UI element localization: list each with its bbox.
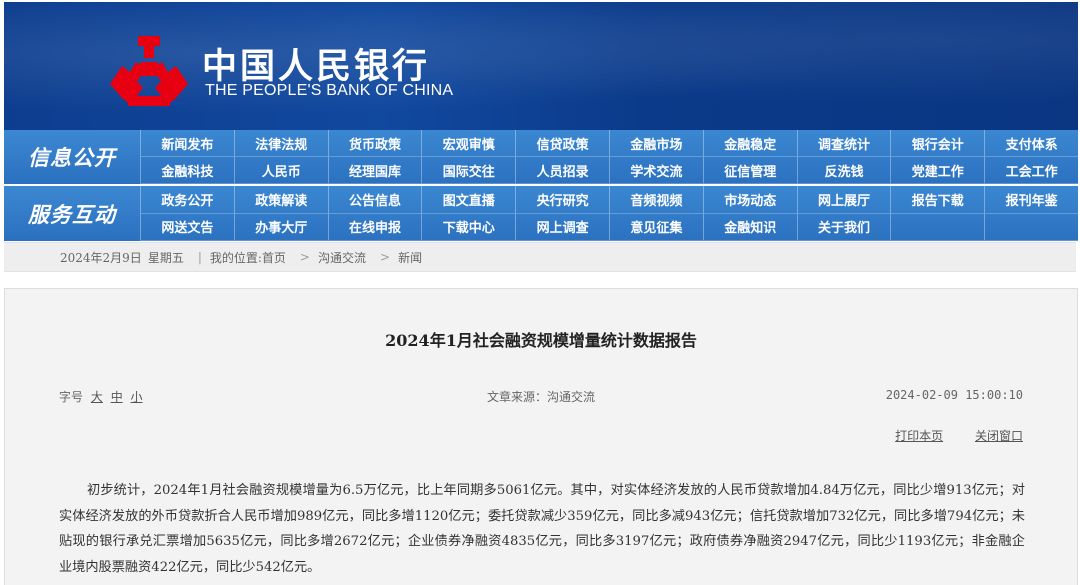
- bank-emblem-logo[interactable]: [108, 34, 190, 108]
- chevron-right-icon: >: [380, 250, 391, 264]
- article-tools: 打印本页 关闭窗口: [867, 427, 1023, 444]
- breadcrumb-level2[interactable]: 沟通交流: [318, 249, 366, 266]
- nav-item[interactable]: 网送文告: [140, 213, 234, 241]
- nav-item[interactable]: 意见征集: [609, 213, 703, 241]
- nav-item[interactable]: 人员招录: [515, 157, 609, 184]
- nav-item[interactable]: 图文直播: [421, 186, 516, 214]
- breadcrumb-level3[interactable]: 新闻: [398, 249, 422, 266]
- nav-section-title: 信息公开: [4, 130, 140, 184]
- main-navigation: 信息公开 新闻发布 法律法规 货币政策 宏观审慎 信贷政策 金融市场 金融稳定 调查统计 银行会…: [4, 130, 1078, 241]
- nav-item-empty: [890, 213, 985, 241]
- nav-item[interactable]: 征信管理: [702, 157, 797, 184]
- nav-item-empty: [984, 213, 1078, 241]
- nav-item[interactable]: 党建工作: [890, 157, 985, 184]
- nav-item[interactable]: 支付体系: [984, 130, 1078, 157]
- nav-item[interactable]: 金融科技: [140, 157, 234, 184]
- nav-item[interactable]: 工会工作: [984, 157, 1078, 184]
- nav-item[interactable]: 金融市场: [609, 130, 703, 157]
- nav-item[interactable]: 经理国库: [327, 157, 422, 184]
- nav-item[interactable]: 银行会计: [890, 130, 985, 157]
- nav-item[interactable]: 金融知识: [702, 213, 797, 241]
- nav-item[interactable]: 办事大厅: [233, 213, 328, 241]
- nav-item[interactable]: 宏观审慎: [421, 130, 516, 157]
- breadcrumb: 2024年2月9日 星期五 | 我的位置:首页 > 沟通交流 > 新闻: [4, 242, 1076, 272]
- nav-item[interactable]: 在线申报: [327, 213, 422, 241]
- article-body: 初步统计，2024年1月社会融资规模增量为6.5万亿元，比上年同期多5061亿元…: [59, 483, 1025, 575]
- nav-item[interactable]: 货币政策: [327, 130, 422, 157]
- nav-section-title: 服务互动: [4, 186, 140, 241]
- bank-name-english: THE PEOPLE'S BANK OF CHINA: [205, 82, 454, 99]
- nav-item[interactable]: 网上调查: [515, 213, 609, 241]
- article-panel: 2024年1月社会融资规模增量统计数据报告 字号 大 中 小 文章来源：沟通交流…: [4, 288, 1078, 585]
- nav-item[interactable]: 音频视频: [609, 186, 703, 214]
- header-banner: 中国人民银行 THE PEOPLE'S BANK OF CHINA: [4, 2, 1078, 130]
- nav-item[interactable]: 下载中心: [421, 213, 516, 241]
- nav-item[interactable]: 市场动态: [702, 186, 797, 214]
- nav-section-service-interaction: 服务互动 政务公开 政策解读 公告信息 图文直播 央行研究 音频视频 市场动态 网上展厅 报告下…: [4, 186, 1078, 241]
- nav-item[interactable]: 网上展厅: [796, 186, 891, 214]
- breadcrumb-separator: |: [197, 250, 202, 264]
- nav-item[interactable]: 央行研究: [515, 186, 609, 214]
- nav-grid: 新闻发布 法律法规 货币政策 宏观审慎 信贷政策 金融市场 金融稳定 调查统计 银行会计 支付体系…: [140, 130, 1078, 184]
- nav-item[interactable]: 公告信息: [327, 186, 422, 214]
- nav-grid: 政务公开 政策解读 公告信息 图文直播 央行研究 音频视频 市场动态 网上展厅 报告下载 报刊年鉴…: [140, 186, 1078, 241]
- article-datetime: 2024-02-09 15:00:10: [885, 388, 1023, 402]
- nav-item[interactable]: 人民币: [233, 157, 328, 184]
- nav-section-info-disclosure: 信息公开 新闻发布 法律法规 货币政策 宏观审慎 信贷政策 金融市场 金融稳定 调查统计 银行会…: [4, 130, 1078, 184]
- print-page-link[interactable]: 打印本页: [895, 429, 943, 443]
- nav-item[interactable]: 反洗钱: [796, 157, 891, 184]
- nav-item[interactable]: 政务公开: [140, 186, 234, 214]
- nav-item[interactable]: 调查统计: [796, 130, 891, 157]
- nav-item[interactable]: 新闻发布: [140, 130, 234, 157]
- article-meta: 字号 大 中 小 文章来源：沟通交流 2024-02-09 15:00:10: [5, 388, 1077, 406]
- chevron-right-icon: >: [299, 250, 310, 264]
- breadcrumb-home[interactable]: 我的位置:首页: [210, 249, 286, 266]
- nav-item[interactable]: 关于我们: [796, 213, 891, 241]
- nav-item[interactable]: 学术交流: [609, 157, 703, 184]
- article-title: 2024年1月社会融资规模增量统计数据报告: [385, 331, 697, 350]
- nav-item[interactable]: 政策解读: [233, 186, 328, 214]
- nav-item[interactable]: 法律法规: [233, 130, 328, 157]
- nav-item[interactable]: 信贷政策: [515, 130, 609, 157]
- nav-item[interactable]: 报刊年鉴: [984, 186, 1078, 214]
- current-date: 2024年2月9日: [60, 250, 142, 265]
- nav-item[interactable]: 金融稳定: [702, 130, 797, 157]
- nav-item[interactable]: 国际交往: [421, 157, 516, 184]
- nav-item[interactable]: 报告下载: [890, 186, 985, 214]
- current-weekday: 星期五: [147, 250, 184, 265]
- close-window-link[interactable]: 关闭窗口: [975, 429, 1023, 443]
